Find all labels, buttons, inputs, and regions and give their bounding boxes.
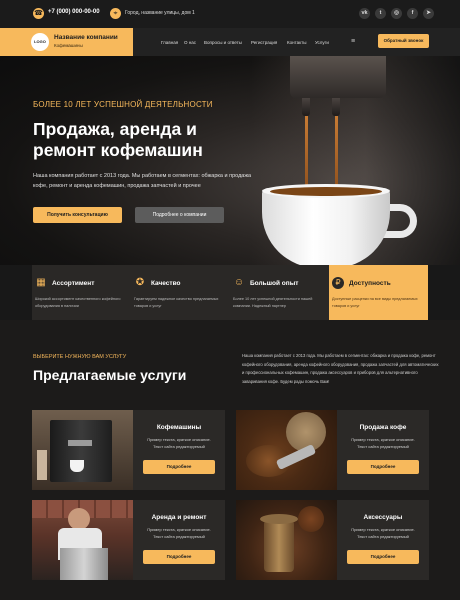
nav-item-services[interactable]: Услуги: [315, 40, 329, 45]
services-description: Наша компания работает с 2013 года. Мы р…: [242, 353, 439, 384]
phone-number[interactable]: +7 (000) 000-00-00: [48, 9, 100, 15]
nav-item-home[interactable]: Главная: [161, 40, 178, 45]
card-text: Пример текста, краткое описание. Текст с…: [351, 527, 415, 539]
brand-block[interactable]: LOGO Название компании Кофемашины: [0, 28, 133, 56]
hero-description: Наша компания работает с 2013 года. Мы р…: [33, 173, 252, 189]
company-logo[interactable]: LOGO: [31, 33, 49, 51]
feature-text: Гарантируем надежное качество предлагаем…: [134, 297, 219, 308]
service-card-accessories: Аксессуары Пример текста, краткое описан…: [236, 500, 429, 580]
spout-right: [332, 98, 340, 116]
feature-availability: ₽ Доступность Доступные расценки на все …: [329, 265, 428, 320]
address: Город, название улицы, дом 1: [125, 9, 195, 16]
experience-icon: ☺: [233, 277, 245, 288]
card-text: Пример текста, краткое описание. Текст с…: [351, 437, 415, 449]
vk-icon[interactable]: vk: [359, 8, 370, 19]
feature-assortment: ▦ Ассортимент Широкий ассортимент качест…: [32, 265, 131, 320]
twitter-icon[interactable]: t: [375, 8, 386, 19]
card-title: Аренда и ремонт: [151, 514, 207, 521]
piggy-bank-icon: ₽: [332, 277, 344, 289]
coffee-crema: [270, 187, 382, 196]
feature-text: Более 10 лет успешной деятельности нашей…: [233, 297, 313, 308]
coffee-group-head-image: [290, 56, 386, 98]
coffee-accessories-photo: [236, 500, 337, 580]
feature-text: Доступные расценки на все виды предлагае…: [332, 297, 418, 308]
card-text: Пример текста, краткое описание. Текст с…: [147, 527, 211, 539]
service-card-rent-repair: Аренда и ремонт Пример текста, краткое о…: [32, 500, 225, 580]
feature-title: Большой опыт: [250, 280, 299, 287]
card-more-button[interactable]: Подробнее: [347, 460, 419, 474]
spout-left: [302, 98, 310, 116]
card-more-button[interactable]: Подробнее: [347, 550, 419, 564]
company-tagline: Кофемашины: [54, 43, 83, 48]
card-text: Пример текста, краткое описание. Текст с…: [147, 437, 211, 449]
hero-tagline: БОЛЕЕ 10 ЛЕТ УСПЕШНОЙ ДЕЯТЕЛЬНОСТИ: [33, 100, 213, 109]
facebook-icon[interactable]: f: [407, 8, 418, 19]
telegram-icon[interactable]: ➤: [423, 8, 434, 19]
feature-experience: ☺ Большой опыт Более 10 лет успешной дея…: [230, 265, 329, 320]
coffee-stream-right: [335, 116, 338, 194]
card-title: Продажа кофе: [359, 424, 407, 431]
nav-item-registration[interactable]: Регистрация: [251, 40, 277, 45]
hamburger-menu-icon[interactable]: ≡: [351, 38, 355, 45]
nav-item-contacts[interactable]: Контакты: [287, 40, 306, 45]
store-icon: ▦: [36, 277, 46, 288]
services-title: Предлагаемые услуги: [33, 367, 187, 383]
about-company-button[interactable]: Подробнее о компании: [135, 207, 224, 223]
medal-icon: ✪: [135, 277, 145, 288]
map-pin-icon: ⌖: [110, 8, 121, 19]
services-tagline: ВЫБЕРИТЕ НУЖНУЮ ВАМ УСЛУГУ: [33, 354, 127, 360]
coffee-stream-left: [305, 116, 308, 194]
callback-button[interactable]: Обратный звонок: [378, 34, 429, 48]
service-card-coffee-machines: Кофемашины Пример текста, краткое описан…: [32, 410, 225, 490]
feature-quality: ✪ Качество Гарантируем надежное качество…: [131, 265, 230, 320]
hero-title: Продажа, аренда и ремонт кофемашин: [33, 119, 203, 160]
get-consultation-button[interactable]: Получить консультацию: [33, 207, 122, 223]
coffee-cup-image: [262, 188, 390, 265]
nav-item-about[interactable]: О нас: [184, 40, 196, 45]
instagram-icon[interactable]: ◎: [391, 8, 402, 19]
feature-title: Качество: [151, 280, 181, 287]
service-card-coffee-sale: Продажа кофе Пример текста, краткое опис…: [236, 410, 429, 490]
company-name: Название компании: [54, 34, 118, 41]
card-more-button[interactable]: Подробнее: [143, 460, 215, 474]
card-more-button[interactable]: Подробнее: [143, 550, 215, 564]
feature-title: Ассортимент: [52, 280, 95, 287]
coffee-beans-photo: [236, 410, 337, 490]
phone-icon: ☎: [33, 8, 44, 19]
feature-title: Доступность: [349, 280, 391, 287]
nav-item-faq[interactable]: Вопросы и ответы: [204, 40, 242, 45]
coffee-machine-photo: [32, 410, 133, 490]
card-title: Аксессуары: [363, 514, 403, 521]
top-bar: ☎ +7 (000) 000-00-00 ⌖ Город, название у…: [0, 0, 460, 28]
feature-text: Широкий ассортимент качественного кофейн…: [35, 297, 121, 308]
repair-technician-photo: [32, 500, 133, 580]
card-title: Кофемашины: [156, 424, 202, 431]
